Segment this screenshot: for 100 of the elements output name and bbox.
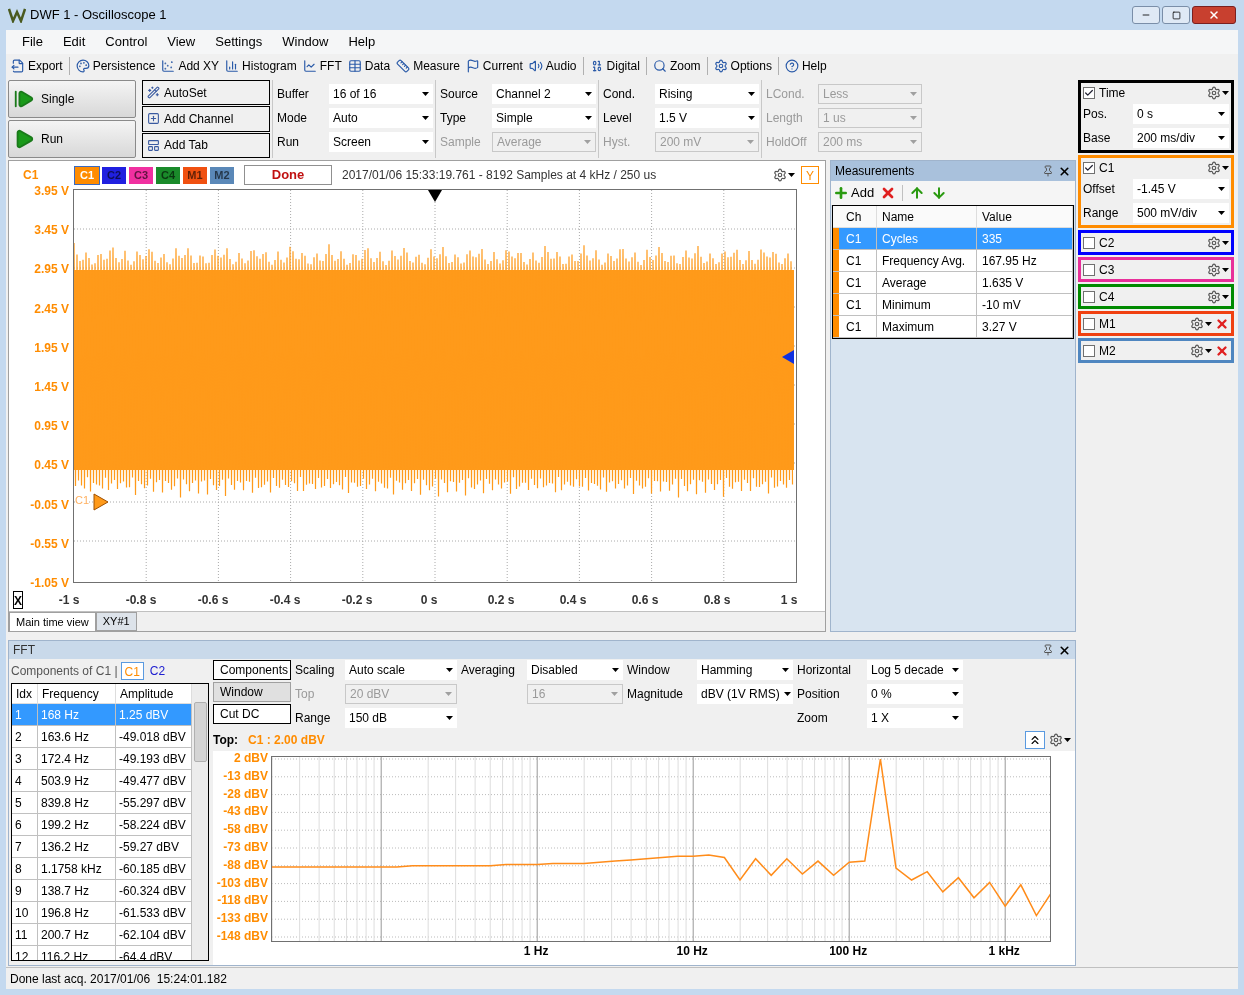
pin-icon[interactable] [1042, 165, 1054, 177]
component-row[interactable]: 9 138.7 Hz -60.324 dBV [12, 880, 192, 902]
view-tab[interactable]: Main time view [9, 612, 96, 631]
action-button[interactable]: Add Tab [142, 132, 270, 158]
checkbox[interactable] [1083, 86, 1095, 99]
toolbar-button[interactable]: Zoom [649, 55, 704, 77]
dropdown[interactable]: -1.45 V [1133, 179, 1229, 199]
toolbar-button[interactable]: Add XY [158, 55, 223, 77]
dropdown[interactable]: Rising [655, 84, 759, 104]
dropdown[interactable]: Channel 2 [492, 84, 596, 104]
checkbox[interactable] [1083, 290, 1095, 303]
dropdown[interactable]: 1 X [867, 708, 963, 728]
view-tab[interactable]: XY#1 [95, 612, 137, 631]
toolbar-button[interactable]: Data [344, 55, 394, 77]
toolbar-button[interactable]: Histogram [222, 55, 300, 77]
checkbox[interactable] [1083, 344, 1095, 357]
settings-dropdown-icon[interactable] [1207, 85, 1229, 100]
toolbar-button[interactable]: Digital [586, 55, 643, 77]
dropdown[interactable]: Simple [492, 108, 596, 128]
remove-icon[interactable] [1215, 343, 1229, 358]
checkbox[interactable] [1083, 317, 1095, 330]
menu-item[interactable]: View [159, 32, 204, 52]
dropdown[interactable]: Log 5 decade [867, 660, 963, 680]
pin-icon[interactable] [1042, 644, 1054, 656]
column-header[interactable]: Value [977, 206, 1073, 227]
toolbar-button[interactable]: Measure [393, 55, 463, 77]
maximize-button[interactable] [1162, 6, 1190, 24]
toolbar-button[interactable]: Current [462, 55, 526, 77]
menu-item[interactable]: Edit [54, 32, 94, 52]
collapse-button[interactable] [1025, 731, 1045, 749]
dropdown[interactable]: Hamming [697, 660, 793, 680]
settings-dropdown-icon[interactable] [1207, 262, 1229, 277]
dropdown[interactable]: 0 s [1133, 104, 1229, 124]
trigger-position-marker[interactable] [428, 190, 442, 202]
settings-dropdown-icon[interactable] [1190, 343, 1212, 358]
component-row[interactable]: 6 199.2 Hz -58.224 dBV [12, 814, 192, 836]
settings-dropdown-icon[interactable] [1049, 733, 1071, 747]
dropdown[interactable]: 200 ms/div [1133, 128, 1229, 148]
dropdown[interactable]: Disabled [527, 660, 623, 680]
dropdown[interactable]: dBV (1V RMS) [697, 684, 793, 704]
dropdown[interactable]: Screen [329, 132, 433, 152]
component-row[interactable]: 2 163.6 Hz -49.018 dBV [12, 726, 192, 748]
component-row[interactable]: 11 200.7 Hz -62.104 dBV [12, 924, 192, 946]
mode-button[interactable]: Window [213, 682, 291, 702]
menu-item[interactable]: Window [274, 32, 337, 52]
dropdown[interactable]: 500 mV/div [1133, 203, 1229, 223]
remove-icon[interactable] [1215, 316, 1229, 331]
mode-button[interactable]: Components [213, 660, 291, 680]
offset-marker[interactable] [93, 493, 109, 511]
trigger-level-marker[interactable] [782, 350, 794, 364]
column-header[interactable]: Frequency [38, 684, 116, 703]
close-icon[interactable] [1058, 643, 1071, 657]
component-row[interactable]: 10 196.8 Hz -61.533 dBV [12, 902, 192, 924]
action-button[interactable]: AutoSet [142, 80, 270, 106]
checkbox[interactable] [1083, 236, 1095, 249]
action-button[interactable]: Add Channel [142, 106, 270, 132]
checkbox[interactable] [1083, 161, 1095, 174]
close-icon[interactable] [1058, 164, 1071, 178]
minimize-button[interactable] [1132, 6, 1160, 24]
dropdown[interactable]: 150 dB [345, 708, 457, 728]
measurement-row[interactable]: C1 Average 1.635 V [833, 272, 1073, 294]
measurement-row[interactable]: C1 Frequency Avg. 167.95 Hz [833, 250, 1073, 272]
add-measurement-button[interactable]: Add [833, 183, 875, 203]
toolbar-button[interactable]: FFT [299, 55, 345, 77]
component-row[interactable]: 4 503.9 Hz -49.477 dBV [12, 770, 192, 792]
dropdown[interactable]: 0 % [867, 684, 963, 704]
column-header[interactable]: Idx [12, 684, 38, 703]
mode-button[interactable]: Cut DC [213, 704, 291, 724]
measurement-row[interactable]: C1 Maximum 3.27 V [833, 316, 1073, 338]
settings-dropdown-icon[interactable] [1207, 160, 1229, 175]
close-button[interactable] [1192, 6, 1236, 24]
source-tab[interactable]: C2 [146, 662, 169, 680]
toolbar-button[interactable]: Persistence [72, 55, 159, 77]
toolbar-button[interactable]: Export [8, 55, 66, 77]
settings-dropdown-icon[interactable] [1207, 289, 1229, 304]
run-control-button[interactable]: Single [8, 80, 136, 118]
toolbar-button[interactable]: Options [710, 55, 775, 77]
settings-dropdown-icon[interactable] [1190, 316, 1212, 331]
dropdown[interactable]: 1.5 V [655, 108, 759, 128]
dropdown[interactable]: Auto [329, 108, 433, 128]
menu-item[interactable]: Control [97, 32, 156, 52]
checkbox[interactable] [1083, 263, 1095, 276]
toolbar-button[interactable]: Audio [525, 55, 580, 77]
component-row[interactable]: 5 839.8 Hz -55.297 dBV [12, 792, 192, 814]
dropdown[interactable]: Auto scale [345, 660, 457, 680]
column-header[interactable]: Name [877, 206, 977, 227]
menu-item[interactable]: Settings [207, 32, 271, 52]
menu-item[interactable]: Help [340, 32, 384, 52]
settings-dropdown-icon[interactable] [1207, 235, 1229, 250]
menu-item[interactable]: File [14, 32, 51, 52]
component-row[interactable]: 7 136.2 Hz -59.27 dBV [12, 836, 192, 858]
run-control-button[interactable]: Run [8, 120, 136, 158]
measurement-row[interactable]: C1 Minimum -10 mV [833, 294, 1073, 316]
component-row[interactable]: 8 1.1758 kHz -60.185 dBV [12, 858, 192, 880]
x-axis-button[interactable]: X [13, 591, 23, 609]
component-row[interactable]: 3 172.4 Hz -49.193 dBV [12, 748, 192, 770]
column-header[interactable]: Ch [841, 206, 877, 227]
scrollbar[interactable] [192, 684, 208, 960]
settings-dropdown-icon[interactable] [773, 168, 795, 182]
toolbar-button[interactable]: Help [781, 55, 830, 77]
